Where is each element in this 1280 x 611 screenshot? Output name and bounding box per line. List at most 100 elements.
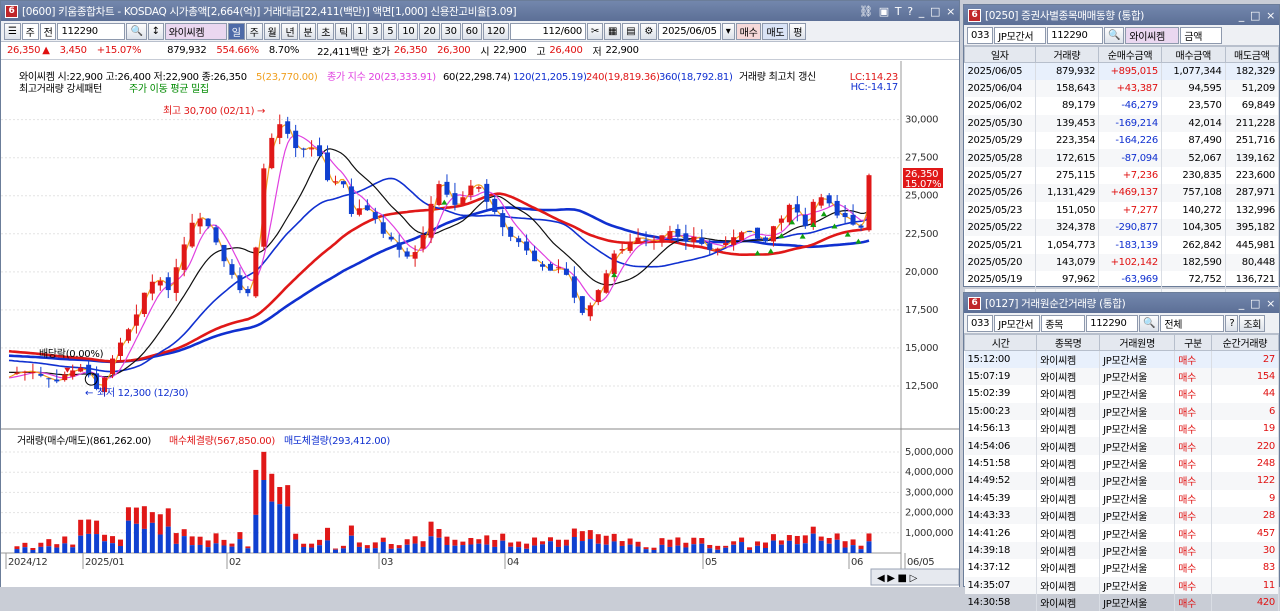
minimize-icon[interactable]: _	[919, 5, 925, 18]
broker-select[interactable]: JP모간서	[994, 314, 1041, 332]
save-icon[interactable]: ▤	[622, 22, 640, 40]
period-minute[interactable]: 분	[299, 22, 317, 40]
minute-1[interactable]: 1	[353, 22, 368, 40]
minute-60[interactable]: 60	[461, 22, 482, 40]
table-row[interactable]: 14:39:18 와이씨켐 JP모간서울 매수 30	[964, 541, 1280, 560]
table-row[interactable]: 14:56:13 와이씨켐 JP모간서울 매수 19	[964, 420, 1280, 438]
search-icon[interactable]: 🔍	[1139, 314, 1160, 332]
column-header[interactable]: 시간	[963, 334, 1038, 351]
close-icon[interactable]: ×	[1266, 297, 1275, 310]
column-header[interactable]: 순간거래량	[1210, 334, 1280, 351]
chart-grid-icon[interactable]: ▦	[604, 22, 622, 40]
minute-5[interactable]: 5	[383, 22, 398, 40]
buy-button[interactable]: 매수	[735, 22, 762, 40]
minute-30[interactable]: 30	[440, 22, 461, 40]
table-row[interactable]: 2025/05/22 324,378 -290,877 104,305 395,182	[964, 219, 1280, 237]
period-month[interactable]: 월	[263, 22, 281, 40]
maximize-icon[interactable]: □	[930, 5, 940, 18]
table-row[interactable]: 2025/05/19 97,962 -63,969 72,752 136,721	[964, 271, 1280, 289]
period-day[interactable]: 일	[227, 22, 245, 40]
table-row[interactable]: 2025/05/23 151,050 +7,277 140,272 132,996	[964, 201, 1280, 220]
type-select[interactable]: 종목	[1041, 314, 1086, 332]
date-input[interactable]: 2025/06/05	[658, 22, 721, 40]
table-row[interactable]: 14:45:39 와이씨켐 JP모간서울 매수 9	[964, 489, 1280, 508]
close-icon[interactable]: ×	[946, 5, 955, 18]
table-row[interactable]: 2025/05/21 1,054,773 -183,139 262,842 445,98…	[964, 236, 1280, 254]
table-row[interactable]: 14:41:26 와이씨켐 JP모간서울 매수 457	[964, 524, 1280, 542]
column-header[interactable]: 매도금액	[1224, 46, 1280, 63]
chart-nav-controls[interactable]: ◀ ▶ ■ ▷	[870, 568, 959, 586]
query-button[interactable]: 조회	[1239, 314, 1266, 332]
table-row[interactable]: 15:02:39 와이씨켐 JP모간서울 매수 44	[964, 385, 1280, 403]
table-row[interactable]: 14:51:58 와이씨켐 JP모간서울 매수 248	[964, 454, 1280, 473]
table-row[interactable]: 15:07:19 와이씨켐 JP모간서울 매수 154	[964, 367, 1280, 386]
table-row[interactable]: 15:12:00 와이씨켐 JP모간서울 매수 27	[964, 350, 1280, 368]
market-select[interactable]: 033	[967, 314, 994, 332]
range-select[interactable]: 전	[39, 22, 57, 40]
maximize-icon[interactable]: □	[1250, 297, 1260, 310]
column-header[interactable]: 순매수금액	[1098, 46, 1162, 63]
chart-nav-icons[interactable]: ◀ ▶ ■ ▷	[877, 573, 918, 584]
table-row[interactable]: 2025/06/05 879,932 +895,015 1,077,344 182,32…	[964, 62, 1280, 80]
search-icon[interactable]: 🔍	[1104, 26, 1125, 44]
market-select[interactable]: 033	[967, 26, 994, 44]
link-icon[interactable]: ⛓	[859, 5, 873, 18]
broker-select[interactable]: JP모간서	[994, 26, 1047, 44]
period-week[interactable]: 주	[245, 22, 263, 40]
minimize-icon[interactable]: _	[1239, 9, 1245, 22]
column-header[interactable]: 구분	[1174, 334, 1212, 351]
minimize-icon[interactable]: _	[1239, 297, 1245, 310]
eval-button[interactable]: 평	[789, 22, 807, 40]
table-row[interactable]: 14:30:58 와이씨켐 JP모간서울 매수 420	[964, 593, 1280, 611]
table-row[interactable]: 14:43:33 와이씨켐 JP모간서울 매수 28	[964, 507, 1280, 525]
column-header[interactable]: 종목명	[1036, 334, 1101, 351]
column-header[interactable]: 거래원명	[1099, 334, 1176, 351]
table-row[interactable]: 14:35:07 와이씨켐 JP모간서울 매수 11	[964, 576, 1280, 594]
minute-3[interactable]: 3	[368, 22, 383, 40]
data-count[interactable]: 112/600	[509, 22, 586, 40]
help-button[interactable]: ?	[1225, 314, 1239, 332]
table-row[interactable]: 14:49:52 와이씨켐 JP모간서울 매수 122	[964, 472, 1280, 490]
lock-icon[interactable]: ▣	[879, 5, 889, 18]
sell-button[interactable]: 매도	[762, 22, 789, 40]
period-tick[interactable]: 틱	[335, 22, 353, 40]
filter-select[interactable]: 전체	[1160, 314, 1225, 332]
table-row[interactable]: 2025/05/28 172,615 -87,094 52,067 139,162	[964, 149, 1280, 167]
period-year[interactable]: 년	[281, 22, 299, 40]
column-header[interactable]: 매수금액	[1160, 46, 1226, 63]
period-second[interactable]: 초	[317, 22, 335, 40]
minute-10[interactable]: 10	[398, 22, 419, 40]
stock-code-input[interactable]: 112290	[57, 22, 126, 40]
column-header[interactable]: 일자	[964, 46, 1036, 63]
settings-icon[interactable]: ⚙	[640, 22, 658, 40]
table-row[interactable]: 2025/06/02 89,179 -46,279 23,570 69,849	[964, 97, 1280, 115]
minute-120[interactable]: 120	[482, 22, 509, 40]
table-row[interactable]: 2025/05/30 139,453 -169,214 42,014 211,228	[964, 114, 1280, 133]
tick-titlebar[interactable]: 6 [0127] 거래원순간거래량 (통합) _ □ ×	[964, 293, 1279, 313]
search-icon[interactable]: 🔍	[126, 22, 147, 40]
minute-20[interactable]: 20	[419, 22, 440, 40]
arrow-icon[interactable]: ↕	[147, 22, 164, 40]
chart-titlebar[interactable]: 6 [0600] 키움종합차트 - KOSDAQ 시가총액[2,664(억)] …	[1, 1, 959, 21]
text-size-icon[interactable]: T	[895, 5, 902, 18]
period-select[interactable]: 주	[21, 22, 39, 40]
table-row[interactable]: 15:00:23 와이씨켐 JP모간서울 매수 6	[964, 402, 1280, 421]
table-row[interactable]: 2025/05/26 1,131,429 +469,137 757,108 287,97…	[964, 184, 1280, 202]
stock-code-input[interactable]: 112290	[1086, 314, 1139, 332]
broker-titlebar[interactable]: 6 [0250] 증권사별종목매매동향 (통합) _ □ ×	[964, 5, 1279, 25]
calendar-icon[interactable]: ▾	[721, 22, 735, 40]
table-row[interactable]: 2025/05/20 143,079 +102,142 182,590 80,448	[964, 253, 1280, 272]
help-icon[interactable]: ?	[907, 5, 913, 18]
stock-code-input[interactable]: 112290	[1047, 26, 1104, 44]
table-row[interactable]: 14:37:12 와이씨켐 JP모간서울 매수 83	[964, 559, 1280, 577]
toolbar-menu-icon[interactable]: ☰	[4, 22, 21, 40]
price-chart[interactable]: 30,000 27,500 25,000 22,500 20,000 17,500 15,0…	[1, 61, 959, 587]
column-header[interactable]: 거래량	[1034, 46, 1100, 63]
scissors-icon[interactable]: ✂	[586, 22, 604, 40]
unit-select[interactable]: 금액	[1180, 26, 1223, 44]
table-row[interactable]: 2025/05/27 275,115 +7,236 230,835 223,600	[964, 166, 1280, 185]
table-row[interactable]: 2025/05/29 223,354 -164,226 87,490 251,716	[964, 132, 1280, 150]
close-icon[interactable]: ×	[1266, 9, 1275, 22]
maximize-icon[interactable]: □	[1250, 9, 1260, 22]
table-row[interactable]: 14:54:06 와이씨켐 JP모간서울 매수 220	[964, 437, 1280, 455]
